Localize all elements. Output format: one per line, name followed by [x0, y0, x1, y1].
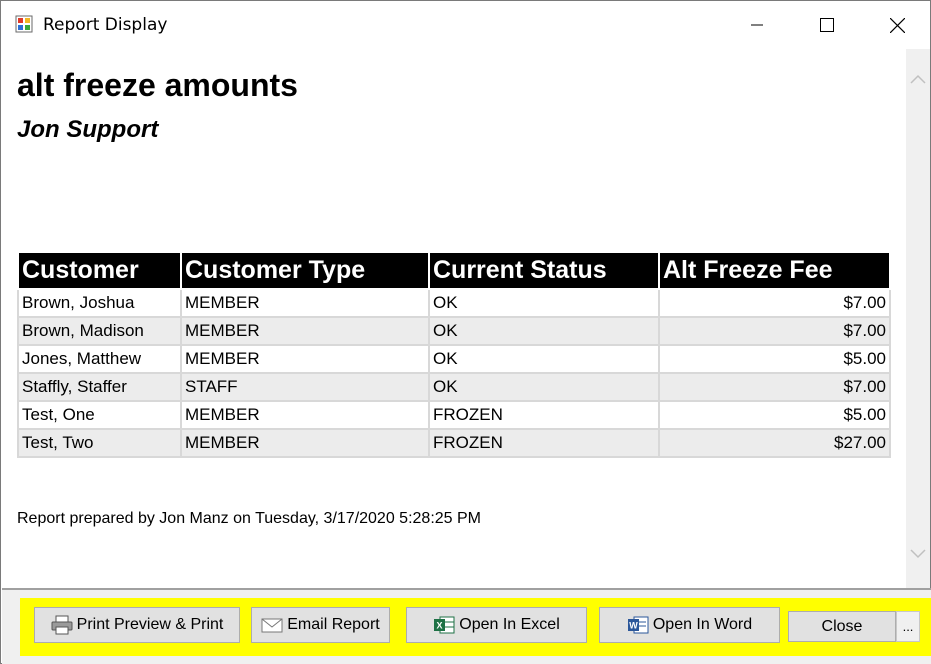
cell-customer-type: MEMBER — [180, 344, 430, 374]
minimize-icon — [751, 24, 763, 26]
open-in-word-label: Open In Word — [652, 616, 753, 633]
printer-icon — [51, 615, 73, 635]
maximize-button[interactable] — [792, 1, 862, 49]
table-row: Staffly, Staffer STAFF OK $7.00 — [17, 372, 891, 402]
close-icon — [889, 17, 905, 33]
column-header-alt-freeze-fee: Alt Freeze Fee — [658, 251, 891, 290]
cell-customer: Brown, Madison — [17, 316, 182, 346]
report-table: Customer Customer Type Current Status Al… — [17, 251, 891, 458]
close-label: Close — [821, 617, 863, 635]
report-app-icon — [15, 15, 33, 33]
cell-customer-type: MEMBER — [180, 288, 430, 318]
close-window-button[interactable] — [862, 1, 931, 49]
cell-customer: Staffly, Staffer — [17, 372, 182, 402]
table-row: Jones, Matthew MEMBER OK $5.00 — [17, 344, 891, 374]
print-preview-label: Print Preview & Print — [76, 616, 224, 633]
cell-current-status: OK — [428, 288, 660, 318]
svg-text:W: W — [629, 621, 638, 631]
cell-current-status: OK — [428, 316, 660, 346]
report-prepared-note: Report prepared by Jon Manz on Tuesday, … — [17, 510, 481, 527]
table-row: Test, One MEMBER FROZEN $5.00 — [17, 400, 891, 430]
vertical-scrollbar[interactable] — [906, 49, 930, 589]
title-bar: Report Display — [1, 1, 930, 49]
cell-alt-freeze-fee: $5.00 — [658, 344, 891, 374]
email-report-label: Email Report — [287, 616, 380, 633]
minimize-button[interactable] — [722, 1, 792, 49]
cell-customer-type: MEMBER — [180, 400, 430, 430]
cell-current-status: FROZEN — [428, 428, 660, 458]
cell-customer: Brown, Joshua — [17, 288, 182, 318]
column-header-customer-type: Customer Type — [180, 251, 430, 290]
scroll-down-icon[interactable] — [910, 546, 926, 564]
column-header-customer: Customer — [17, 251, 182, 290]
cell-current-status: FROZEN — [428, 400, 660, 430]
excel-icon: X — [433, 615, 455, 635]
close-button[interactable]: Close — [788, 611, 896, 642]
cell-alt-freeze-fee: $7.00 — [658, 372, 891, 402]
report-display-window: Report Display alt freeze amounts Jon Su… — [0, 0, 931, 664]
cell-alt-freeze-fee: $5.00 — [658, 400, 891, 430]
cell-alt-freeze-fee: $7.00 — [658, 316, 891, 346]
scroll-up-icon[interactable] — [910, 71, 926, 89]
column-header-current-status: Current Status — [428, 251, 660, 290]
open-in-word-button[interactable]: W Open In Word — [599, 607, 780, 643]
print-preview-button[interactable]: Print Preview & Print — [34, 607, 240, 643]
report-title: alt freeze amounts — [17, 67, 298, 103]
cell-customer-type: MEMBER — [180, 428, 430, 458]
cell-customer: Jones, Matthew — [17, 344, 182, 374]
table-row: Test, Two MEMBER FROZEN $27.00 — [17, 428, 891, 458]
action-bar: Print Preview & Print Email Report X Ope… — [2, 590, 931, 664]
cell-customer: Test, Two — [17, 428, 182, 458]
maximize-icon — [820, 18, 834, 32]
table-row: Brown, Madison MEMBER OK $7.00 — [17, 316, 891, 346]
window-title: Report Display — [43, 15, 168, 35]
table-row: Brown, Joshua MEMBER OK $7.00 — [17, 288, 891, 318]
cell-customer-type: STAFF — [180, 372, 430, 402]
table-header-row: Customer Customer Type Current Status Al… — [17, 251, 891, 290]
report-subtitle: Jon Support — [17, 116, 159, 143]
envelope-icon — [261, 615, 283, 635]
open-in-excel-label: Open In Excel — [459, 616, 560, 633]
more-options-label: ... — [902, 619, 914, 634]
svg-text:X: X — [437, 621, 443, 631]
cell-alt-freeze-fee: $7.00 — [658, 288, 891, 318]
email-report-button[interactable]: Email Report — [251, 607, 390, 643]
cell-alt-freeze-fee: $27.00 — [658, 428, 891, 458]
report-content: alt freeze amounts Jon Support Customer … — [2, 49, 906, 589]
word-icon: W — [627, 615, 649, 635]
more-options-button[interactable]: ... — [896, 611, 920, 642]
cell-current-status: OK — [428, 344, 660, 374]
cell-customer: Test, One — [17, 400, 182, 430]
cell-customer-type: MEMBER — [180, 316, 430, 346]
open-in-excel-button[interactable]: X Open In Excel — [406, 607, 587, 643]
cell-current-status: OK — [428, 372, 660, 402]
